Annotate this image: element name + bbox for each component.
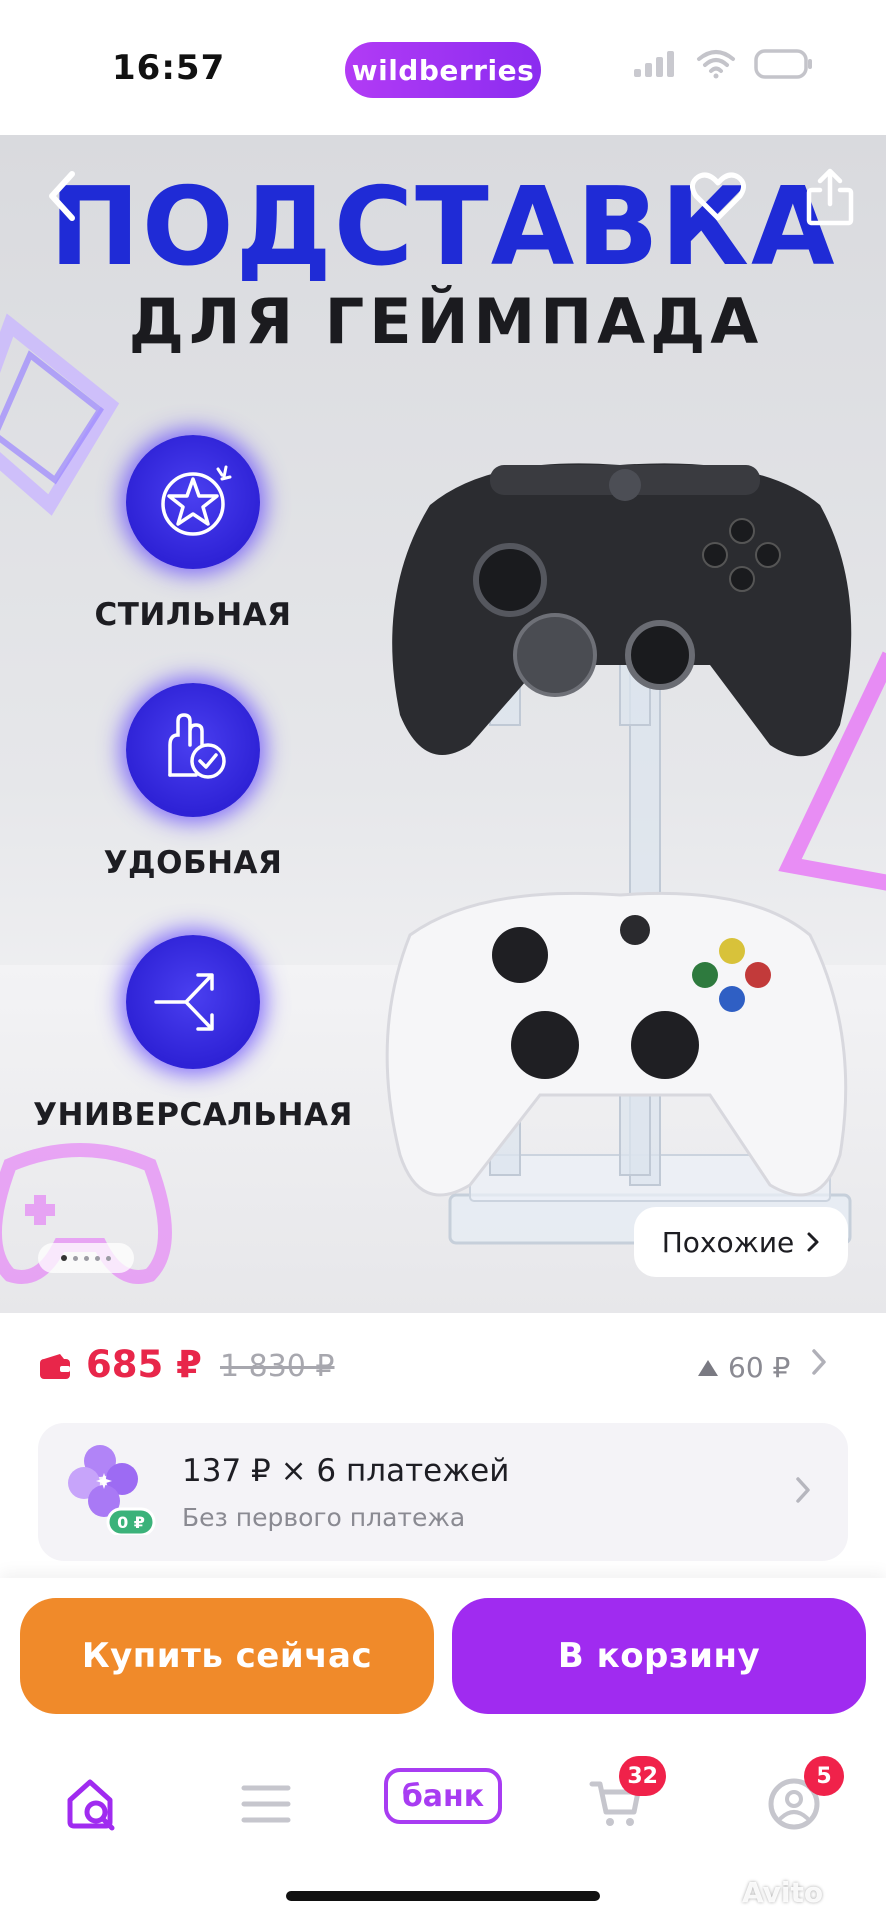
price-row[interactable]: 685 ₽ 1 830 ₽ 60 ₽ <box>0 1313 886 1423</box>
product-image-gallery[interactable]: ПОДСТАВКА ДЛЯ ГЕЙМПАДА СТИЛЬНАЯ УДОБНАЯ … <box>0 135 886 1313</box>
brand-name: wildberries <box>351 53 535 87</box>
similar-label: Похожие <box>661 1225 795 1259</box>
tab-profile[interactable]: 5 <box>754 1756 844 1844</box>
price-change-value: 60 ₽ <box>728 1351 791 1384</box>
installment-amount: 137 ₽ × 6 платежей <box>182 1453 510 1489</box>
installment-note: Без первого платежа <box>182 1503 466 1532</box>
wifi-icon <box>697 50 735 79</box>
bottom-tab-bar: банк 32 5 Avito <box>0 1728 886 1920</box>
feature-label: СТИЛЬНАЯ <box>94 597 292 633</box>
wildberries-logo: wildberries <box>345 42 541 98</box>
share-icon <box>806 168 854 226</box>
feature-icon-circle <box>126 935 260 1069</box>
installment-card[interactable]: 0 ₽ 137 ₽ × 6 платежей Без первого плате… <box>38 1423 848 1561</box>
hero-title: ПОДСТАВКА <box>49 165 837 290</box>
tab-catalog[interactable] <box>226 1764 306 1844</box>
split-arrows-icon <box>154 973 214 1031</box>
feature-comfortable: УДОБНАЯ <box>0 683 386 881</box>
battery-icon <box>754 49 812 79</box>
profile-badge: 5 <box>804 1756 844 1796</box>
home-indicator <box>286 1891 600 1901</box>
star-badge-icon <box>161 465 232 536</box>
feature-icon-circle <box>126 435 260 569</box>
hero-subtitle: ДЛЯ ГЕЙМПАДА <box>128 285 764 358</box>
heart-icon <box>690 172 746 221</box>
feature-stylish: СТИЛЬНАЯ <box>0 435 386 633</box>
favorite-button[interactable] <box>686 165 750 229</box>
installment-badge: 0 ₽ <box>117 1513 145 1532</box>
feature-label: УНИВЕРСАЛЬНАЯ <box>33 1097 353 1133</box>
chevron-right-icon <box>807 1232 819 1252</box>
feature-label: УДОБНАЯ <box>103 845 283 881</box>
cart-badge: 32 <box>619 1756 666 1796</box>
avito-watermark: Avito <box>742 1876 824 1909</box>
back-button[interactable] <box>32 161 92 231</box>
chevron-right-icon[interactable] <box>810 1347 828 1377</box>
feature-icon-circle <box>126 683 260 817</box>
status-time: 16:57 <box>112 48 226 88</box>
chevron-left-icon <box>49 171 75 221</box>
price-change[interactable]: 60 ₽ <box>696 1351 790 1384</box>
triangle-up-icon <box>698 1359 718 1376</box>
feature-universal: УНИВЕРСАЛЬНАЯ <box>0 935 386 1133</box>
buy-now-button[interactable]: Купить сейчас <box>20 1598 434 1714</box>
old-price: 1 830 ₽ <box>220 1349 335 1384</box>
similar-products-button[interactable]: Похожие <box>634 1207 848 1277</box>
current-price: 685 ₽ <box>86 1343 202 1386</box>
image-pager-dots <box>38 1243 134 1273</box>
home-search-icon <box>67 1779 115 1831</box>
share-button[interactable] <box>798 165 862 229</box>
tab-bank[interactable]: банк <box>384 1768 502 1824</box>
system-icons <box>632 48 814 80</box>
add-to-cart-button[interactable]: В корзину <box>452 1598 866 1714</box>
menu-icon <box>241 1785 291 1823</box>
gamepad-stand-photo <box>385 463 852 1245</box>
tab-cart[interactable]: 32 <box>576 1756 666 1844</box>
action-bar: Купить сейчас В корзину <box>0 1578 886 1728</box>
installment-logo-icon: 0 ₽ <box>68 1445 156 1535</box>
chevron-right-icon <box>796 1477 810 1503</box>
hand-check-icon <box>168 713 226 779</box>
signal-icon <box>634 51 674 77</box>
tab-home[interactable] <box>52 1764 132 1844</box>
status-bar: 16:57 wildberries <box>0 0 886 135</box>
wallet-icon <box>40 1354 70 1379</box>
